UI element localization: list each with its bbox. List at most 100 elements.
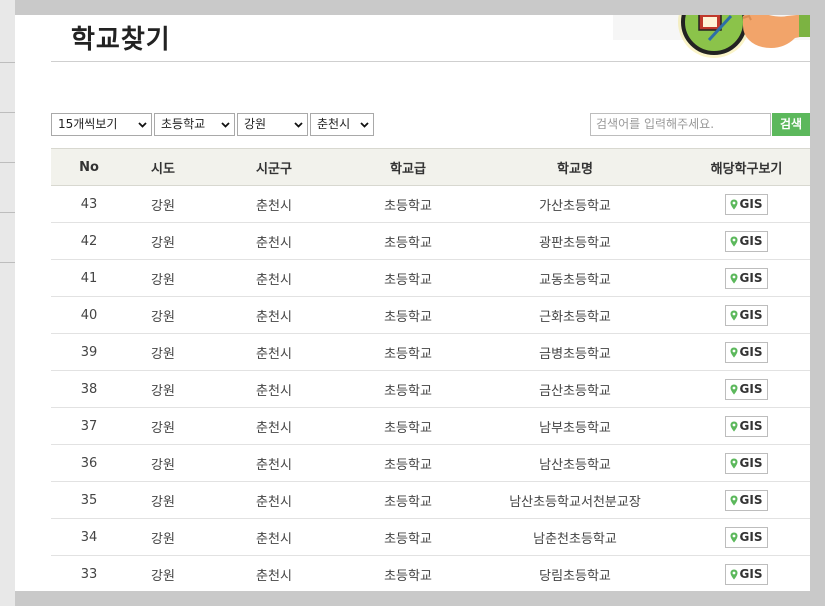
map-pin-icon — [730, 199, 738, 209]
row-gis-cell: GIS — [683, 259, 810, 297]
gis-button[interactable]: GIS — [724, 489, 769, 511]
row-school-name: 남산초등학교서천분교장 — [467, 481, 683, 519]
gis-button[interactable]: GIS — [724, 267, 769, 289]
row-no: 42 — [51, 222, 127, 260]
row-sigungu: 춘천시 — [199, 555, 349, 591]
row-gis-cell: GIS — [683, 444, 810, 482]
row-sido: 강원 — [127, 296, 199, 334]
row-no: 37 — [51, 407, 127, 445]
row-gis-cell: GIS — [683, 222, 810, 260]
row-sigungu: 춘천시 — [199, 518, 349, 556]
table-row: 37 강원 춘천시 초등학교 남부초등학교 GIS — [51, 407, 810, 445]
table-row: 35 강원 춘천시 초등학교 남산초등학교서천분교장 GIS — [51, 481, 810, 519]
column-header: 해당학구보기 — [683, 148, 810, 186]
row-school-level: 초등학교 — [349, 481, 467, 519]
table-row: 43 강원 춘천시 초등학교 가산초등학교 GIS — [51, 185, 810, 223]
row-no: 35 — [51, 481, 127, 519]
gis-label: GIS — [739, 455, 763, 470]
row-sigungu: 춘천시 — [199, 444, 349, 482]
gis-button[interactable]: GIS — [724, 452, 769, 474]
divider — [0, 262, 15, 263]
gis-label: GIS — [739, 196, 763, 211]
divider — [0, 112, 15, 113]
map-pin-icon — [730, 532, 738, 542]
sido-select[interactable]: 강원 — [237, 113, 308, 136]
row-sigungu: 춘천시 — [199, 185, 349, 223]
gis-button[interactable]: GIS — [724, 415, 769, 437]
row-school-level: 초등학교 — [349, 555, 467, 591]
table-row: 34 강원 춘천시 초등학교 남춘천초등학교 GIS — [51, 518, 810, 556]
row-sido: 강원 — [127, 407, 199, 445]
row-no: 36 — [51, 444, 127, 482]
column-header: 학교급 — [349, 148, 467, 186]
search-input[interactable]: 검색어를 입력해주세요. — [590, 113, 771, 136]
gis-button[interactable]: GIS — [724, 341, 769, 363]
row-gis-cell: GIS — [683, 518, 810, 556]
row-school-name: 남부초등학교 — [467, 407, 683, 445]
row-sigungu: 춘천시 — [199, 222, 349, 260]
table-row: 33 강원 춘천시 초등학교 당림초등학교 GIS — [51, 555, 810, 591]
row-school-level: 초등학교 — [349, 444, 467, 482]
map-pin-icon — [730, 347, 738, 357]
row-school-name: 당림초등학교 — [467, 555, 683, 591]
gis-button[interactable]: GIS — [724, 563, 769, 585]
row-no: 41 — [51, 259, 127, 297]
gis-button[interactable]: GIS — [724, 230, 769, 252]
left-strip — [0, 0, 15, 606]
chevron-down-icon — [138, 122, 147, 128]
table-row: 38 강원 춘천시 초등학교 금산초등학교 GIS — [51, 370, 810, 408]
row-sido: 강원 — [127, 444, 199, 482]
magnifier-illustration-icon — [613, 15, 810, 58]
gis-label: GIS — [739, 492, 763, 507]
row-school-name: 금산초등학교 — [467, 370, 683, 408]
column-header: 시군구 — [199, 148, 349, 186]
school-level-select[interactable]: 초등학교 — [154, 113, 235, 136]
map-pin-icon — [730, 458, 738, 468]
table-row: 39 강원 춘천시 초등학교 금병초등학교 GIS — [51, 333, 810, 371]
sigungu-value: 춘천시 — [317, 117, 351, 131]
gis-button[interactable]: GIS — [724, 304, 769, 326]
gis-label: GIS — [739, 566, 763, 581]
sigungu-select[interactable]: 춘천시 — [310, 113, 374, 136]
row-school-level: 초등학교 — [349, 296, 467, 334]
chevron-down-icon — [294, 122, 303, 128]
row-school-name: 남춘천초등학교 — [467, 518, 683, 556]
school-search-page: 학교찾기 15개씩보기 초등학교 강원 춘천시 검색어를 입력해주세요. 검색 … — [15, 15, 810, 591]
row-no: 34 — [51, 518, 127, 556]
chevron-down-icon — [360, 122, 369, 128]
table-row: 36 강원 춘천시 초등학교 남산초등학교 GIS — [51, 444, 810, 482]
row-sigungu: 춘천시 — [199, 296, 349, 334]
title-divider — [51, 61, 810, 62]
column-header: 학교명 — [467, 148, 683, 186]
per-page-value: 15개씩보기 — [58, 117, 118, 131]
map-pin-icon — [730, 495, 738, 505]
row-gis-cell: GIS — [683, 370, 810, 408]
row-sigungu: 춘천시 — [199, 333, 349, 371]
map-pin-icon — [730, 273, 738, 283]
row-sigungu: 춘천시 — [199, 259, 349, 297]
map-pin-icon — [730, 421, 738, 431]
row-gis-cell: GIS — [683, 555, 810, 591]
row-sido: 강원 — [127, 259, 199, 297]
row-school-name: 금병초등학교 — [467, 333, 683, 371]
page-title: 학교찾기 — [71, 25, 171, 55]
row-school-level: 초등학교 — [349, 222, 467, 260]
per-page-select[interactable]: 15개씩보기 — [51, 113, 152, 136]
gis-button[interactable]: GIS — [724, 378, 769, 400]
row-school-level: 초등학교 — [349, 407, 467, 445]
gis-button[interactable]: GIS — [724, 526, 769, 548]
row-sigungu: 춘천시 — [199, 370, 349, 408]
gis-label: GIS — [739, 418, 763, 433]
row-sigungu: 춘천시 — [199, 407, 349, 445]
gis-button[interactable]: GIS — [724, 193, 769, 215]
row-school-name: 가산초등학교 — [467, 185, 683, 223]
row-gis-cell: GIS — [683, 407, 810, 445]
row-school-name: 교동초등학교 — [467, 259, 683, 297]
table-row: 41 강원 춘천시 초등학교 교동초등학교 GIS — [51, 259, 810, 297]
row-school-level: 초등학교 — [349, 259, 467, 297]
gis-label: GIS — [739, 233, 763, 248]
table-row: 42 강원 춘천시 초등학교 광판초등학교 GIS — [51, 222, 810, 260]
divider — [0, 162, 15, 163]
map-pin-icon — [730, 236, 738, 246]
search-button[interactable]: 검색 — [772, 113, 810, 136]
